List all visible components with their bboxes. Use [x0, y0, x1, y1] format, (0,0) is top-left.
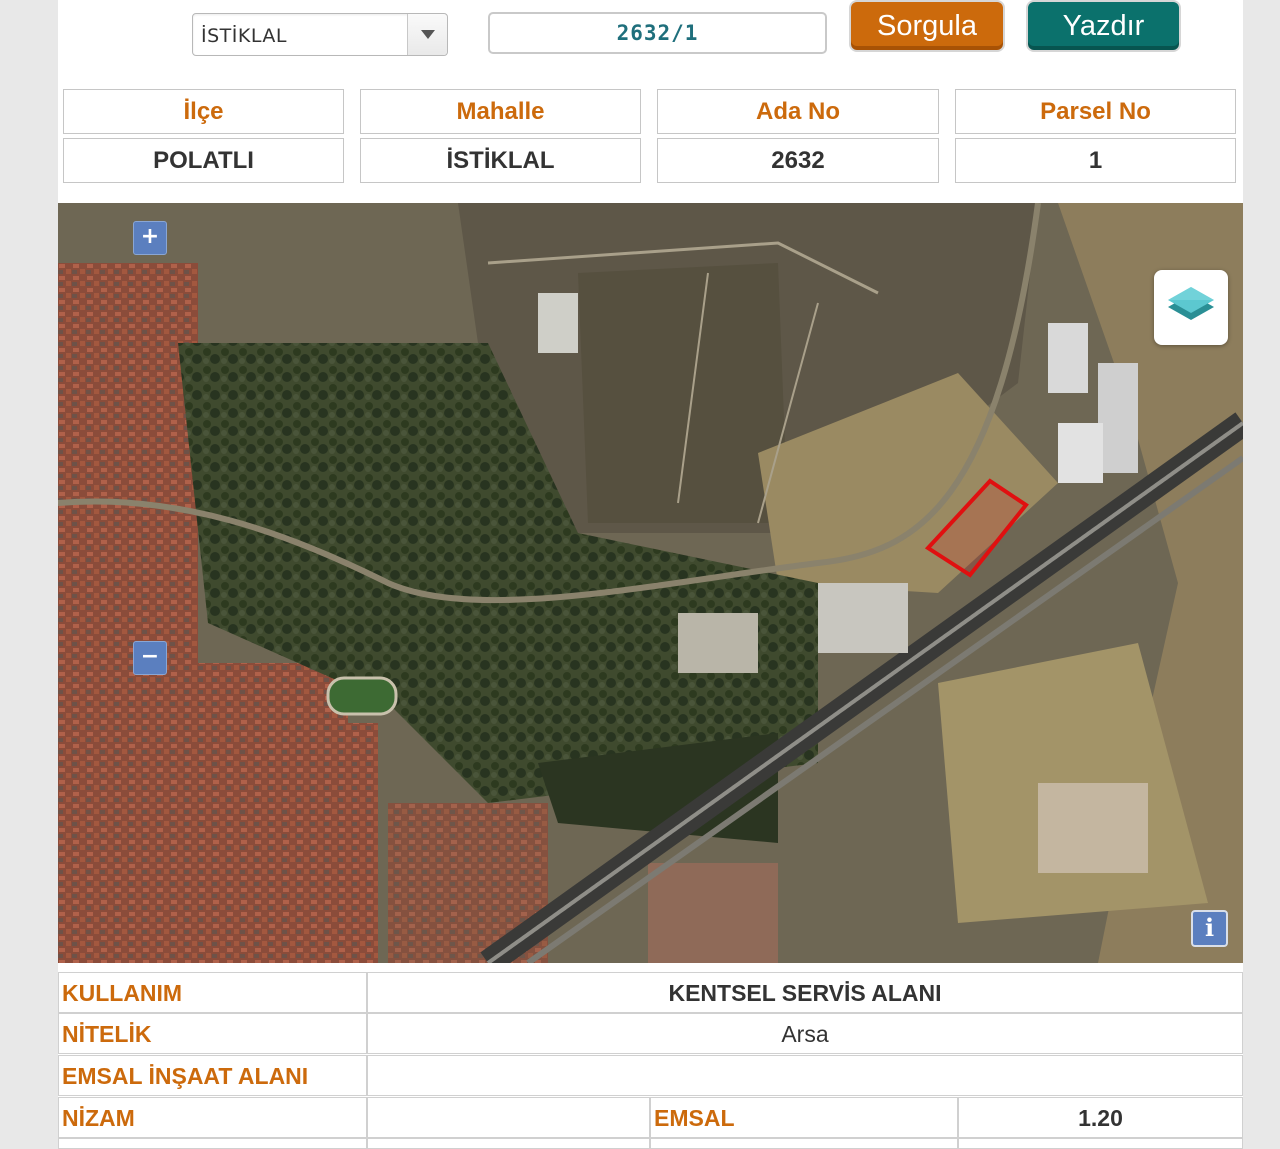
- nizam-label: NİZAM: [58, 1097, 367, 1138]
- layers-button[interactable]: [1154, 270, 1228, 345]
- value-parsel-no: 1: [955, 138, 1236, 183]
- emsal-insaat-value: [367, 1055, 1243, 1096]
- partial-cell-1: [58, 1138, 367, 1149]
- partial-cell-3: [650, 1138, 958, 1149]
- row-nizam: NİZAM EMSAL 1.20: [58, 1097, 1243, 1138]
- emsal-value: 1.20: [958, 1097, 1243, 1138]
- value-ilce: POLATLI: [63, 138, 344, 183]
- row-partial: [58, 1138, 1243, 1149]
- zoom-out-button[interactable]: −: [133, 641, 167, 675]
- header-ilce: İlçe: [63, 89, 344, 134]
- kullanim-value: KENTSEL SERVİS ALANI: [367, 972, 1243, 1013]
- value-mahalle: İSTİKLAL: [360, 138, 641, 183]
- nitelik-value: Arsa: [367, 1013, 1243, 1054]
- satellite-map[interactable]: + −: [58, 203, 1243, 963]
- row-kullanim: KULLANIM KENTSEL SERVİS ALANI: [58, 972, 1243, 1013]
- value-ada-no: 2632: [657, 138, 939, 183]
- nizam-value: [367, 1097, 650, 1138]
- zoom-in-button[interactable]: +: [133, 221, 167, 255]
- emsal-label: EMSAL: [650, 1097, 958, 1138]
- info-button[interactable]: i: [1191, 910, 1228, 947]
- kullanim-label: KULLANIM: [58, 972, 367, 1013]
- satellite-imagery: [58, 203, 1243, 963]
- emsal-insaat-label: EMSAL İNŞAAT ALANI: [58, 1055, 367, 1096]
- mahalle-select[interactable]: İSTİKLAL: [192, 13, 448, 56]
- header-ada-no: Ada No: [657, 89, 939, 134]
- chevron-down-icon[interactable]: [407, 14, 447, 55]
- partial-cell-4: [958, 1138, 1243, 1149]
- ada-parsel-input[interactable]: 2632/1: [488, 12, 827, 54]
- header-mahalle: Mahalle: [360, 89, 641, 134]
- header-parsel-no: Parsel No: [955, 89, 1236, 134]
- yazdir-button[interactable]: Yazdır: [1026, 0, 1181, 52]
- partial-cell-2: [367, 1138, 650, 1149]
- row-nitelik: NİTELİK Arsa: [58, 1013, 1243, 1054]
- sorgula-button[interactable]: Sorgula: [849, 0, 1005, 52]
- layers-icon: [1168, 287, 1214, 320]
- nitelik-label: NİTELİK: [58, 1013, 367, 1054]
- mahalle-select-value: İSTİKLAL: [201, 25, 287, 47]
- row-emsal-insaat: EMSAL İNŞAAT ALANI: [58, 1055, 1243, 1096]
